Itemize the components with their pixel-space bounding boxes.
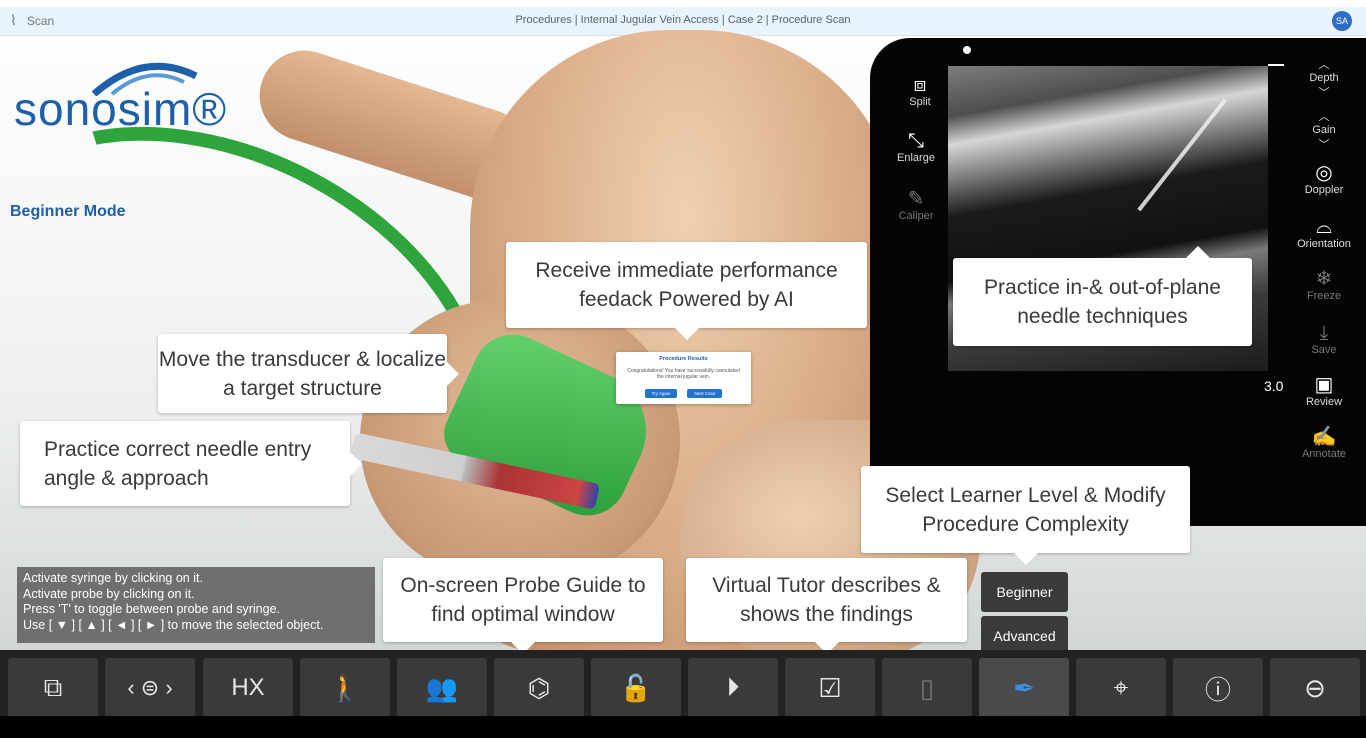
depth-tick — [1268, 64, 1284, 66]
instructions-panel: Activate syringe by clicking on it. Acti… — [17, 567, 375, 643]
freeze-button[interactable]: ❄ Freeze — [1294, 268, 1354, 302]
review-icon: ▣ — [1314, 374, 1334, 396]
freeze-label: Freeze — [1306, 290, 1342, 302]
syringe-icon: ✒ — [1013, 672, 1035, 703]
probe-switch-button[interactable]: ‹ ⊜ › — [105, 658, 195, 718]
team-icon: 👥 — [425, 672, 459, 703]
gain-label: Gain — [1312, 124, 1336, 136]
history-button[interactable]: HX — [203, 658, 293, 718]
help-button[interactable]: ⓘ — [1173, 658, 1263, 718]
depth-up-icon[interactable]: ︿ — [1294, 56, 1354, 72]
instruction-line: Activate syringe by clicking on it. — [23, 571, 203, 585]
callout-transducer: Move the transducer & localize a target … — [158, 334, 459, 413]
beginner-level-button[interactable]: Beginner — [981, 572, 1068, 612]
annotate-label: Annotate — [1301, 448, 1347, 460]
breadcrumb: Procedures | Internal Jugular Vein Acces… — [515, 14, 851, 26]
split-icon: ⧈ — [913, 74, 927, 96]
doppler-button[interactable]: ◎ Doppler — [1294, 162, 1354, 196]
annotate-button[interactable]: ✍ Annotate — [1294, 426, 1354, 460]
doppler-label: Doppler — [1304, 184, 1344, 196]
findings-icon: ☑ — [818, 672, 842, 703]
exit-button[interactable]: ⊖ — [1270, 658, 1360, 718]
patient-position-button[interactable]: 🚶 — [300, 658, 390, 718]
crosshair-icon: ⌖ — [1113, 672, 1129, 702]
annotate-icon: ✍ — [1311, 426, 1337, 448]
gain-up-icon[interactable]: ︿ — [1294, 108, 1354, 124]
callout-virtual-tutor: Virtual Tutor describes & shows the find… — [686, 558, 967, 654]
probe-switch-icon: ‹ ⊜ › — [127, 675, 173, 700]
save-button[interactable]: ⤓ Save — [1294, 322, 1354, 356]
callout-learner-level: Select Learner Level & Modify Procedure … — [861, 466, 1190, 565]
probe-layout-icon: ⧉ — [43, 672, 63, 702]
caliper-button[interactable]: ✎ Caliper — [886, 188, 946, 222]
depth-control[interactable]: ︿ Depth ﹀ — [1294, 56, 1354, 100]
doppler-icon: ◎ — [1315, 162, 1333, 184]
freeze-icon: ❄ — [1315, 268, 1333, 290]
save-label: Save — [1311, 344, 1337, 356]
results-message: Congratulations! You have successfully c… — [627, 368, 740, 380]
try-again-button[interactable]: Try Again — [644, 389, 678, 398]
instruction-line: Use [ ▼ ] [ ▲ ] [ ◄ ] [ ► ] to move the … — [23, 617, 324, 632]
lock-button[interactable]: 🔓 — [591, 658, 681, 718]
probe-guide-icon: ⌬ — [527, 672, 551, 703]
instruction-line: Press 'T' to toggle between probe and sy… — [23, 602, 281, 616]
probe-guide-button[interactable]: ⌬ — [494, 658, 584, 718]
callout-needle-angle: Practice correct needle entry angle & ap… — [20, 421, 362, 506]
orientation-button[interactable]: ⌓ Orientation — [1294, 216, 1354, 250]
help-icon: ⓘ — [1204, 674, 1231, 705]
play-icon: ⏵ — [726, 672, 740, 702]
enlarge-icon: ⤡ — [908, 130, 924, 152]
callout-ai-feedback: Receive immediate performance feedack Po… — [506, 242, 867, 340]
patient-position-icon: 🚶 — [328, 672, 362, 703]
probe-layout-button[interactable]: ⧉ — [8, 658, 98, 718]
gain-control[interactable]: ︿ Gain ﹀ — [1294, 108, 1354, 152]
gain-down-icon[interactable]: ﹀ — [1294, 136, 1354, 152]
caliper-icon: ✎ — [907, 188, 925, 210]
next-case-button[interactable]: Next Case — [687, 389, 723, 398]
split-button[interactable]: ⧈ Split — [890, 74, 950, 108]
enlarge-label: Enlarge — [897, 152, 935, 164]
orientation-icon: ⌓ — [1316, 216, 1332, 238]
crosshair-button[interactable]: ⌖ — [1076, 658, 1166, 718]
toolbar-footer — [0, 716, 1366, 738]
split-label: Split — [909, 96, 931, 108]
lock-icon: 🔓 — [619, 672, 653, 703]
procedure-results-dialog: Procedure Results Congratulations! You h… — [616, 352, 751, 404]
history-icon: HX — [231, 674, 265, 701]
play-button[interactable]: ⏵ — [688, 658, 778, 718]
caliper-label: Caliper — [898, 210, 934, 222]
probe-device-button[interactable]: ▯ — [882, 658, 972, 718]
team-button[interactable]: 👥 — [397, 658, 487, 718]
probe-device-icon: ▯ — [919, 672, 935, 703]
syringe-button[interactable]: ✒ — [979, 658, 1069, 718]
orientation-marker — [963, 46, 971, 54]
enlarge-button[interactable]: ⤡ Enlarge — [886, 130, 946, 164]
exit-icon: ⊖ — [1304, 672, 1326, 703]
review-button[interactable]: ▣ Review — [1294, 374, 1354, 408]
avatar[interactable]: SA — [1332, 11, 1352, 31]
depth-value: 3.0 — [1264, 378, 1284, 394]
findings-button[interactable]: ☑ — [785, 658, 875, 718]
depth-down-icon[interactable]: ﹀ — [1294, 84, 1354, 100]
save-icon: ⤓ — [1319, 322, 1329, 344]
depth-label: Depth — [1309, 72, 1339, 84]
callout-in-out-plane: Practice in-& out-of-plane needle techni… — [953, 246, 1252, 346]
results-title: Procedure Results — [659, 356, 708, 362]
orientation-label: Orientation — [1297, 238, 1351, 250]
simulation-scene: ⌇ Scan Procedures | Internal Jugular Vei… — [0, 0, 1366, 738]
instruction-line: Activate probe by clicking on it. — [23, 586, 195, 601]
review-label: Review — [1305, 396, 1343, 408]
callout-probe-guide: On-screen Probe Guide to find optimal wi… — [383, 558, 663, 654]
